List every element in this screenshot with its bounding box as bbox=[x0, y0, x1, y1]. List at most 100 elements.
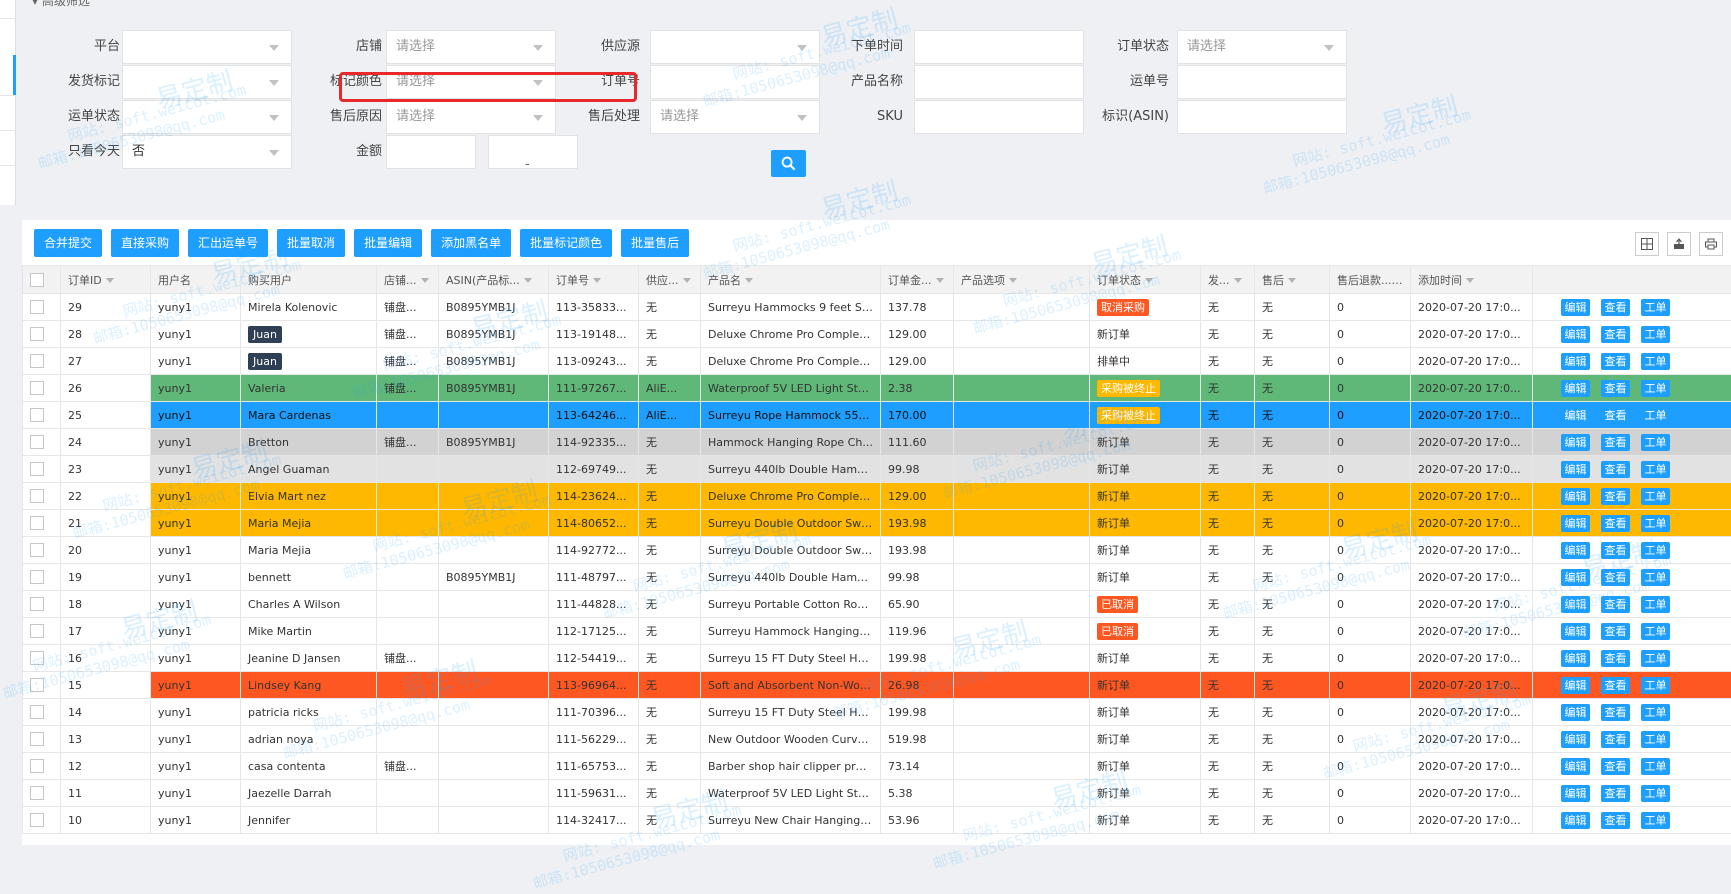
table-row[interactable]: 22yuny1Elvia Mart nez114-23624...无Deluxe… bbox=[23, 483, 1731, 510]
table-row[interactable]: 12yuny1casa contenta铺盘...111-65753...无Ba… bbox=[23, 753, 1731, 780]
view-button[interactable]: 查看 bbox=[1601, 461, 1630, 478]
sort-icon[interactable] bbox=[524, 278, 532, 283]
checkbox[interactable] bbox=[30, 354, 44, 368]
checkbox[interactable] bbox=[30, 678, 44, 692]
toolbar-button[interactable]: 直接采购 bbox=[111, 229, 179, 257]
table-row[interactable]: 13yuny1adrian noya111-56229...无New Outdo… bbox=[23, 726, 1731, 753]
sort-icon[interactable] bbox=[1234, 278, 1242, 283]
ticket-button[interactable]: 工单 bbox=[1641, 353, 1670, 370]
ticket-button[interactable]: 工单 bbox=[1641, 326, 1670, 343]
table-row[interactable]: 19yuny1bennettB0895YMB1J111-48797...无Sur… bbox=[23, 564, 1731, 591]
ticket-button[interactable]: 工单 bbox=[1641, 380, 1670, 397]
filter-field-10[interactable] bbox=[122, 100, 292, 134]
checkbox[interactable] bbox=[30, 786, 44, 800]
sort-icon[interactable] bbox=[593, 278, 601, 283]
table-row[interactable]: 10yuny1Jennifer114-32417...无Surreyu New … bbox=[23, 807, 1731, 834]
filter-field-14[interactable] bbox=[1177, 100, 1347, 134]
checkbox[interactable] bbox=[30, 705, 44, 719]
filter-field-15[interactable]: 否 bbox=[122, 135, 292, 169]
ticket-button[interactable]: 工单 bbox=[1641, 488, 1670, 505]
row-select[interactable] bbox=[23, 510, 61, 537]
ticket-button[interactable]: 工单 bbox=[1641, 461, 1670, 478]
row-select[interactable] bbox=[23, 483, 61, 510]
edit-button[interactable]: 编辑 bbox=[1561, 515, 1590, 532]
sort-icon[interactable] bbox=[936, 278, 944, 283]
view-button[interactable]: 查看 bbox=[1601, 704, 1630, 721]
ticket-button[interactable]: 工单 bbox=[1641, 596, 1670, 613]
table-row[interactable]: 14yuny1patricia ricks111-70396...无Surrey… bbox=[23, 699, 1731, 726]
ticket-button[interactable]: 工单 bbox=[1641, 812, 1670, 829]
column-header[interactable]: 购买用户 bbox=[241, 266, 377, 294]
edit-button[interactable]: 编辑 bbox=[1561, 353, 1590, 370]
ticket-button[interactable]: 工单 bbox=[1641, 515, 1670, 532]
edit-button[interactable]: 编辑 bbox=[1561, 812, 1590, 829]
row-select[interactable] bbox=[23, 564, 61, 591]
row-select[interactable] bbox=[23, 456, 61, 483]
checkbox[interactable] bbox=[30, 516, 44, 530]
view-button[interactable]: 查看 bbox=[1601, 515, 1630, 532]
column-header[interactable]: 订单状态 bbox=[1090, 266, 1201, 294]
view-button[interactable]: 查看 bbox=[1601, 542, 1630, 559]
table-row[interactable]: 20yuny1Maria Mejia114-92772...无Surreyu D… bbox=[23, 537, 1731, 564]
table-row[interactable]: 26yuny1Valeria铺盘...B0895YMB1J111-97267..… bbox=[23, 375, 1731, 402]
toolbar-button[interactable]: 批量编辑 bbox=[354, 229, 422, 257]
column-header[interactable]: 售后 bbox=[1255, 266, 1330, 294]
table-row[interactable]: 21yuny1Maria Mejia114-80652...无Surreyu D… bbox=[23, 510, 1731, 537]
row-select[interactable] bbox=[23, 672, 61, 699]
row-select[interactable] bbox=[23, 537, 61, 564]
table-row[interactable]: 29yuny1Mirela Kolenovic铺盘...B0895YMB1J11… bbox=[23, 294, 1731, 321]
sort-icon[interactable] bbox=[745, 278, 753, 283]
column-header[interactable]: 产品名 bbox=[701, 266, 881, 294]
row-select[interactable] bbox=[23, 321, 61, 348]
filter-field-5[interactable] bbox=[122, 65, 292, 99]
edit-button[interactable]: 编辑 bbox=[1561, 299, 1590, 316]
edit-button[interactable]: 编辑 bbox=[1561, 704, 1590, 721]
checkbox[interactable] bbox=[30, 543, 44, 557]
amount-max-field[interactable] bbox=[488, 135, 578, 169]
table-row[interactable]: 18yuny1Charles A Wilson111-44828...无Surr… bbox=[23, 591, 1731, 618]
row-select[interactable] bbox=[23, 375, 61, 402]
view-button[interactable]: 查看 bbox=[1601, 380, 1630, 397]
checkbox[interactable] bbox=[30, 813, 44, 827]
column-header[interactable]: ASIN(产品标... bbox=[439, 266, 549, 294]
filter-field-16[interactable] bbox=[386, 135, 476, 169]
checkbox[interactable] bbox=[30, 570, 44, 584]
toolbar-button[interactable]: 汇出运单号 bbox=[188, 229, 268, 257]
table-row[interactable]: 27yuny1Juan铺盘...B0895YMB1J113-09243...无D… bbox=[23, 348, 1731, 375]
edit-button[interactable]: 编辑 bbox=[1561, 650, 1590, 667]
columns-icon[interactable] bbox=[1635, 232, 1659, 256]
table-row[interactable]: 24yuny1Bretton铺盘...B0895YMB1J114-92335..… bbox=[23, 429, 1731, 456]
checkbox[interactable] bbox=[30, 651, 44, 665]
filter-header[interactable]: ▾ 高级筛选 bbox=[32, 0, 90, 9]
row-select[interactable] bbox=[23, 591, 61, 618]
checkbox[interactable] bbox=[30, 732, 44, 746]
ticket-button[interactable]: 工单 bbox=[1641, 623, 1670, 640]
ticket-button[interactable]: 工单 bbox=[1641, 299, 1670, 316]
edit-button[interactable]: 编辑 bbox=[1561, 326, 1590, 343]
edit-button[interactable]: 编辑 bbox=[1561, 407, 1590, 424]
column-header[interactable]: 供应... bbox=[639, 266, 701, 294]
edit-button[interactable]: 编辑 bbox=[1561, 569, 1590, 586]
checkbox[interactable] bbox=[30, 381, 44, 395]
column-header[interactable]: 发... bbox=[1201, 266, 1255, 294]
row-select[interactable] bbox=[23, 429, 61, 456]
filter-field-9[interactable] bbox=[1177, 65, 1347, 99]
row-select[interactable] bbox=[23, 645, 61, 672]
row-select[interactable] bbox=[23, 348, 61, 375]
sort-icon[interactable] bbox=[1009, 278, 1017, 283]
edit-button[interactable]: 编辑 bbox=[1561, 758, 1590, 775]
edit-button[interactable]: 编辑 bbox=[1561, 731, 1590, 748]
view-button[interactable]: 查看 bbox=[1601, 299, 1630, 316]
view-button[interactable]: 查看 bbox=[1601, 623, 1630, 640]
column-header[interactable]: 订单号 bbox=[549, 266, 639, 294]
search-button[interactable] bbox=[771, 150, 806, 177]
table-row[interactable]: 16yuny1Jeanine D Jansen铺盘...112-54419...… bbox=[23, 645, 1731, 672]
ticket-button[interactable]: 工单 bbox=[1641, 650, 1670, 667]
view-button[interactable]: 查看 bbox=[1601, 785, 1630, 802]
edit-button[interactable]: 编辑 bbox=[1561, 677, 1590, 694]
column-header[interactable]: 用户名 bbox=[151, 266, 241, 294]
sort-icon[interactable] bbox=[1145, 278, 1153, 283]
edit-button[interactable]: 编辑 bbox=[1561, 488, 1590, 505]
edit-button[interactable]: 编辑 bbox=[1561, 623, 1590, 640]
table-row[interactable]: 11yuny1Jaezelle Darrah111-59631...无Water… bbox=[23, 780, 1731, 807]
